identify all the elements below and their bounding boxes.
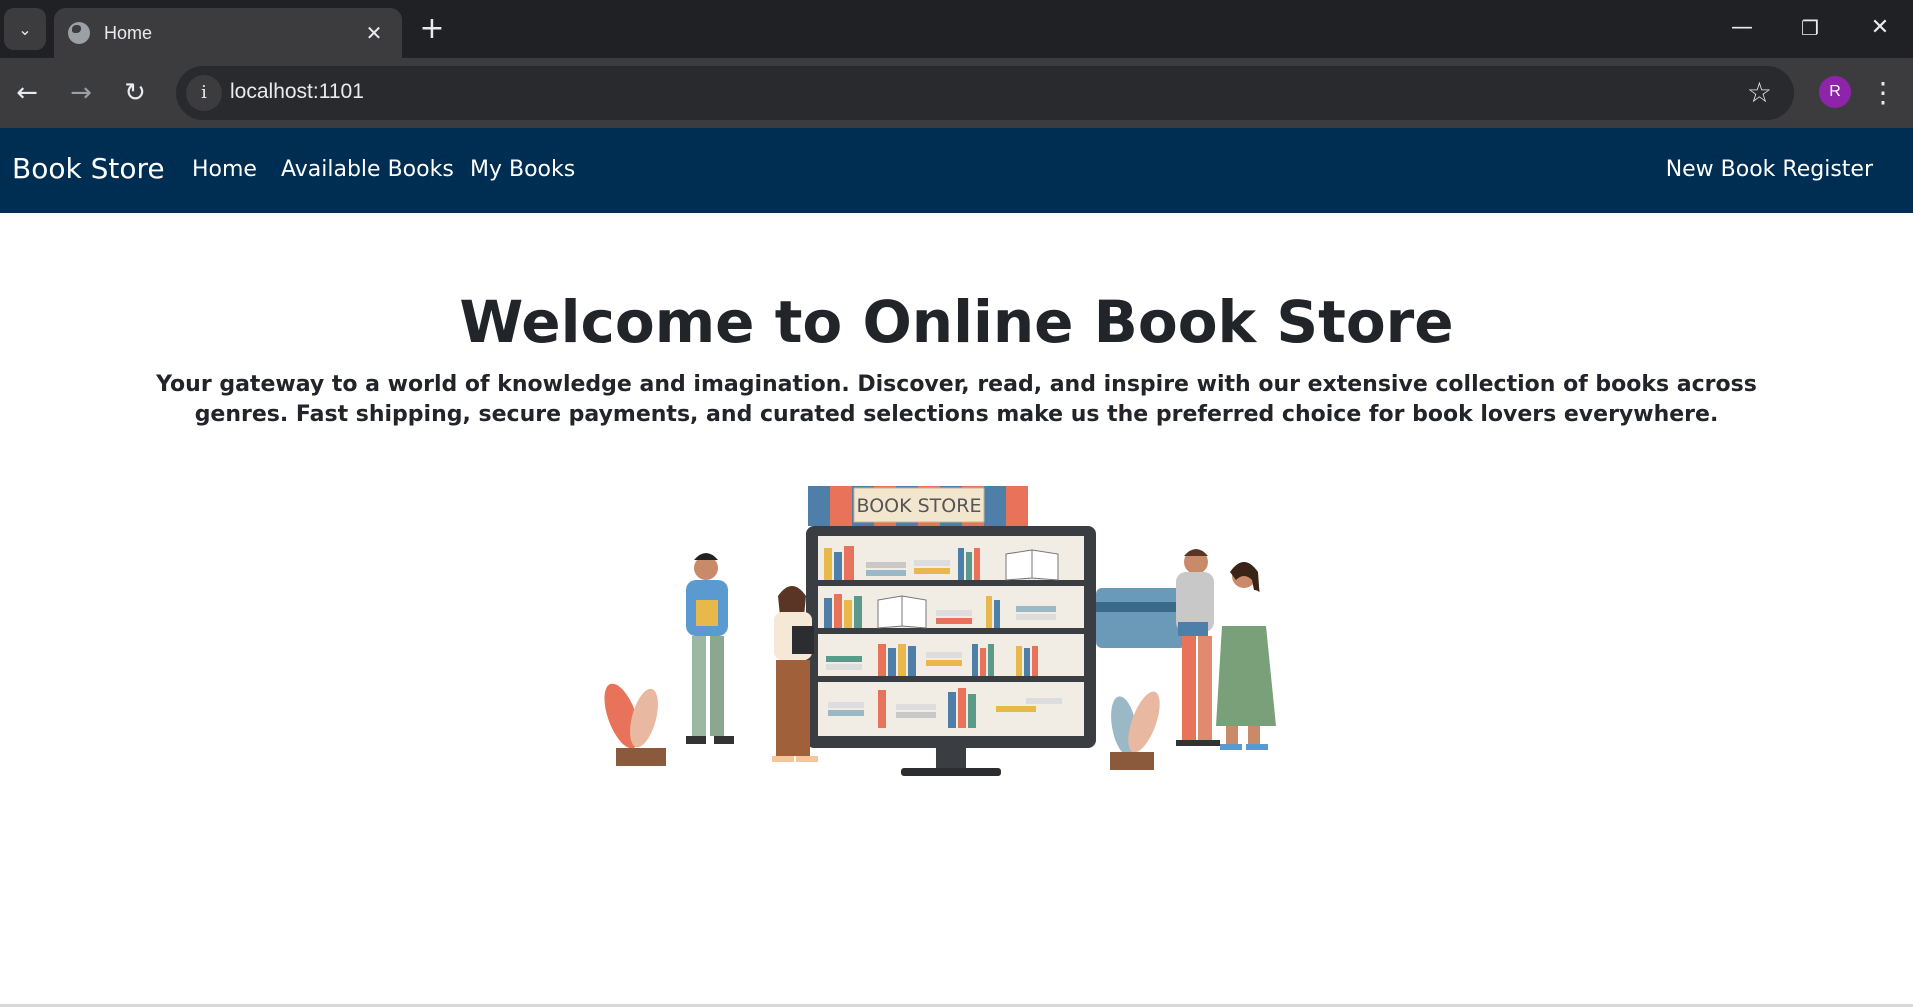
person-man-left xyxy=(686,553,734,744)
new-tab-button[interactable]: + xyxy=(414,12,450,48)
person-woman-right xyxy=(1216,562,1276,750)
bookstore-illustration: BOOK STORE xyxy=(604,486,1276,776)
tab-title: Home xyxy=(104,22,153,43)
browser-menu-icon[interactable]: ⋮ xyxy=(1868,72,1898,114)
nav-link-new-book-register[interactable]: New Book Register xyxy=(1666,157,1873,182)
nav-link-my-books[interactable]: My Books xyxy=(470,157,575,182)
left-plant xyxy=(604,683,666,766)
credit-card xyxy=(1096,588,1186,648)
right-plant xyxy=(1110,691,1160,770)
forward-button[interactable]: → xyxy=(60,72,102,114)
tab-search-button[interactable]: ⌄ xyxy=(4,8,46,50)
restore-button[interactable]: ❐ xyxy=(1780,6,1840,50)
browser-tab[interactable]: Home ✕ xyxy=(54,8,402,58)
site-navbar: Book Store Home Available Books My Books… xyxy=(0,128,1913,213)
url-text: localhost:1101 xyxy=(230,80,364,103)
person-man-right xyxy=(1176,549,1220,746)
page-title: Welcome to Online Book Store xyxy=(459,288,1454,356)
browser-tab-bar: ⌄ Home ✕ + — ❐ ✕ xyxy=(0,0,1913,58)
chevron-down-icon: ⌄ xyxy=(18,19,32,39)
hero-description: Your gateway to a world of knowledge and… xyxy=(156,372,1757,427)
globe-icon xyxy=(68,22,90,44)
brand-link[interactable]: Book Store xyxy=(12,152,165,185)
address-bar[interactable]: i localhost:1101 ☆ xyxy=(176,66,1794,120)
store-sign-text: BOOK STORE xyxy=(857,495,982,517)
browser-toolbar: ← → ↻ i localhost:1101 ☆ R ⋮ xyxy=(0,58,1913,128)
nav-link-available-books[interactable]: Available Books xyxy=(281,157,454,182)
profile-avatar[interactable]: R xyxy=(1819,76,1851,108)
nav-link-home[interactable]: Home xyxy=(192,157,257,182)
minimize-button[interactable]: — xyxy=(1712,6,1772,50)
reload-button[interactable]: ↻ xyxy=(114,72,156,114)
site-info-icon[interactable]: i xyxy=(186,75,222,111)
back-button[interactable]: ← xyxy=(6,72,48,114)
close-tab-icon[interactable]: ✕ xyxy=(360,21,388,45)
bookmark-star-icon[interactable]: ☆ xyxy=(1747,76,1772,110)
close-window-button[interactable]: ✕ xyxy=(1850,6,1910,50)
